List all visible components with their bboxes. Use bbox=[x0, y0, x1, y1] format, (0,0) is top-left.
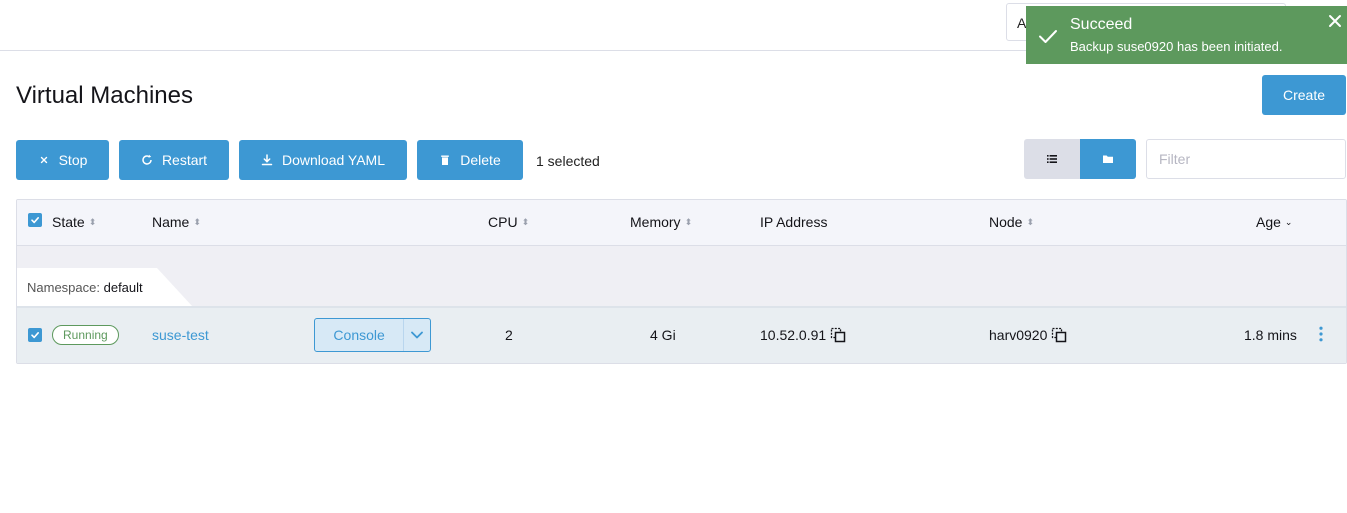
refresh-icon bbox=[142, 154, 152, 165]
stop-label: Stop bbox=[58, 152, 88, 168]
console-button[interactable]: Console bbox=[315, 319, 405, 351]
age-value: 1.8 mins bbox=[1244, 327, 1297, 343]
col-name[interactable]: Name ⬍ bbox=[152, 214, 201, 230]
col-memory-label: Memory bbox=[630, 214, 681, 230]
toast-title: Succeed bbox=[1070, 16, 1133, 33]
download-icon bbox=[261, 154, 273, 166]
ip-address-value: 10.52.0.91 bbox=[760, 327, 827, 343]
col-age-label: Age bbox=[1256, 214, 1281, 230]
page-title: Virtual Machines bbox=[16, 82, 193, 109]
group-by-namespace-button[interactable] bbox=[1080, 139, 1136, 179]
sort-icon: ⬍ bbox=[193, 216, 201, 227]
row-checkbox[interactable] bbox=[28, 328, 42, 342]
copy-icon[interactable] bbox=[1051, 327, 1067, 343]
sort-icon: ⬍ bbox=[1026, 216, 1035, 227]
view-toggle bbox=[1024, 139, 1136, 179]
restart-label: Restart bbox=[161, 152, 208, 168]
col-cpu[interactable]: CPU ⬍ bbox=[488, 214, 529, 230]
col-ip-address: IP Address bbox=[760, 214, 827, 230]
folder-icon bbox=[1103, 155, 1113, 163]
more-vertical-icon bbox=[1319, 326, 1323, 342]
col-state-label: State bbox=[52, 214, 85, 230]
list-icon bbox=[1047, 155, 1057, 163]
namespace-group-label: Namespace: default bbox=[17, 268, 192, 306]
chevron-down-icon bbox=[411, 331, 424, 339]
check-icon bbox=[1039, 30, 1057, 43]
stop-button[interactable]: Stop bbox=[16, 140, 109, 180]
delete-label: Delete bbox=[460, 152, 501, 168]
list-view-button[interactable] bbox=[1024, 139, 1080, 179]
col-cpu-label: CPU bbox=[488, 214, 518, 230]
close-icon[interactable] bbox=[1327, 13, 1343, 29]
download-yaml-label: Download YAML bbox=[282, 152, 385, 168]
node-value: harv0920 bbox=[989, 327, 1048, 343]
copy-icon[interactable] bbox=[830, 327, 846, 343]
sort-down-icon: ⌄ bbox=[1284, 216, 1293, 227]
table-row: Running suse-test Console 2 4 Gi 10.52.0… bbox=[17, 306, 1346, 363]
check-icon bbox=[31, 332, 39, 339]
col-ip-address-label: IP Address bbox=[760, 214, 828, 230]
selected-count: 1 selected bbox=[536, 153, 600, 169]
vm-name-link[interactable]: suse-test bbox=[152, 327, 209, 343]
sort-icon: ⬍ bbox=[521, 216, 530, 227]
download-yaml-button[interactable]: Download YAML bbox=[239, 140, 407, 180]
col-memory[interactable]: Memory ⬍ bbox=[630, 214, 692, 230]
delete-button[interactable]: Delete bbox=[417, 140, 523, 180]
col-age[interactable]: Age ⌄ bbox=[1256, 214, 1292, 230]
table-header: State ⬍ Name ⬍ CPU ⬍ Memory ⬍ IP Address… bbox=[17, 200, 1346, 246]
col-name-label: Name bbox=[152, 214, 190, 230]
namespace-value: default bbox=[103, 280, 143, 295]
sort-icon: ⬍ bbox=[684, 216, 693, 227]
memory-value: 4 Gi bbox=[650, 327, 676, 343]
success-toast: Succeed Backup suse0920 has been initiat… bbox=[1026, 6, 1347, 64]
col-node[interactable]: Node ⬍ bbox=[989, 214, 1034, 230]
check-icon bbox=[31, 217, 39, 224]
cpu-value: 2 bbox=[505, 327, 513, 343]
trash-icon bbox=[441, 155, 450, 165]
sort-icon: ⬍ bbox=[88, 216, 97, 227]
node-cell: harv0920 bbox=[989, 327, 1067, 343]
select-all-checkbox[interactable] bbox=[28, 213, 42, 227]
console-dropdown-toggle[interactable] bbox=[404, 319, 430, 351]
toast-message: Backup suse0920 has been initiated. bbox=[1070, 39, 1283, 54]
vm-table: State ⬍ Name ⬍ CPU ⬍ Memory ⬍ IP Address… bbox=[16, 199, 1347, 364]
status-badge: Running bbox=[52, 325, 119, 345]
restart-button[interactable]: Restart bbox=[119, 140, 229, 180]
create-button[interactable]: Create bbox=[1262, 75, 1346, 115]
row-actions-kebab[interactable] bbox=[1313, 320, 1329, 348]
col-node-label: Node bbox=[989, 214, 1023, 230]
console-button-group: Console bbox=[314, 318, 431, 352]
ip-address-cell: 10.52.0.91 bbox=[760, 327, 846, 343]
filter-input[interactable] bbox=[1146, 139, 1346, 179]
namespace-label: Namespace: bbox=[27, 280, 100, 295]
col-state[interactable]: State ⬍ bbox=[52, 214, 96, 230]
namespace-group: Namespace: default bbox=[17, 246, 1346, 306]
close-icon bbox=[40, 156, 47, 164]
